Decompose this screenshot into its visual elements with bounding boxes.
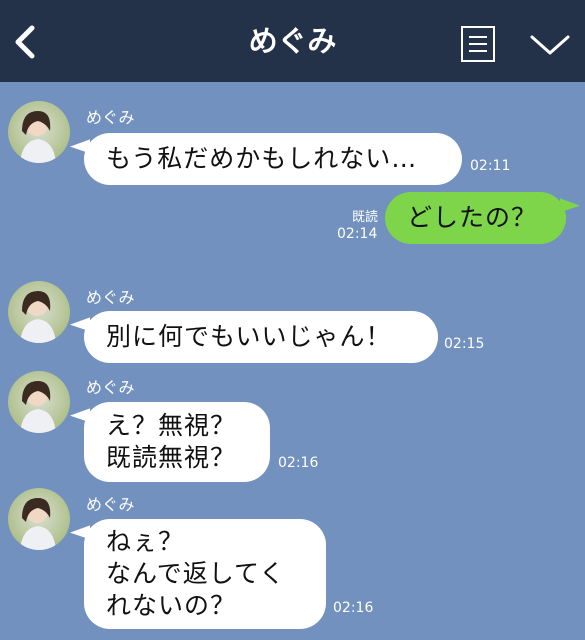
message-bubble[interactable]: ねぇ？ なんで返してく れないの？	[84, 519, 326, 629]
chat-title: めぐみ	[248, 24, 337, 58]
message-text: どしたの？	[407, 203, 538, 232]
message-text-line: 既読無視？	[106, 443, 237, 472]
sender-name: めぐみ	[86, 108, 135, 127]
message-bubble[interactable]: もう私だめかもしれない…	[84, 133, 462, 185]
message-text-line: ねぇ？	[106, 527, 185, 556]
avatar-photo-icon	[20, 498, 56, 550]
message-time: 02:15	[444, 336, 485, 352]
message-text-line: なんで返してく	[106, 559, 286, 588]
chevron-down-icon	[530, 35, 570, 55]
message-text-line: え？無視？	[106, 411, 237, 440]
message-text-line: れないの？	[106, 591, 237, 620]
avatar[interactable]	[8, 488, 70, 550]
message-time: 02:16	[333, 600, 374, 616]
avatar-photo-icon	[20, 291, 56, 343]
avatar-photo-icon	[20, 111, 56, 163]
read-receipt: 既読	[351, 210, 378, 225]
expand-button[interactable]	[527, 30, 573, 60]
sender-name: めぐみ	[86, 378, 135, 397]
avatar[interactable]	[8, 281, 70, 343]
message-time: 02:14	[337, 226, 378, 242]
message-text: もう私だめかもしれない…	[106, 144, 418, 173]
chat-header: めぐみ	[0, 0, 585, 82]
sender-name: めぐみ	[86, 495, 135, 514]
sender-name: めぐみ	[86, 288, 135, 307]
message-bubble-outgoing[interactable]: どしたの？	[385, 192, 566, 244]
list-icon	[461, 26, 495, 62]
message-bubble[interactable]: 別に何でもいいじゃん！	[84, 311, 438, 363]
avatar[interactable]	[8, 371, 70, 433]
menu-button[interactable]	[459, 24, 497, 64]
message-time: 02:11	[470, 158, 511, 174]
message-text: 別に何でもいいじゃん！	[106, 322, 392, 351]
avatar-photo-icon	[20, 381, 56, 433]
avatar[interactable]	[8, 101, 70, 163]
message-bubble[interactable]: え？無視？ 既読無視？	[84, 402, 270, 482]
message-time: 02:16	[278, 455, 319, 471]
